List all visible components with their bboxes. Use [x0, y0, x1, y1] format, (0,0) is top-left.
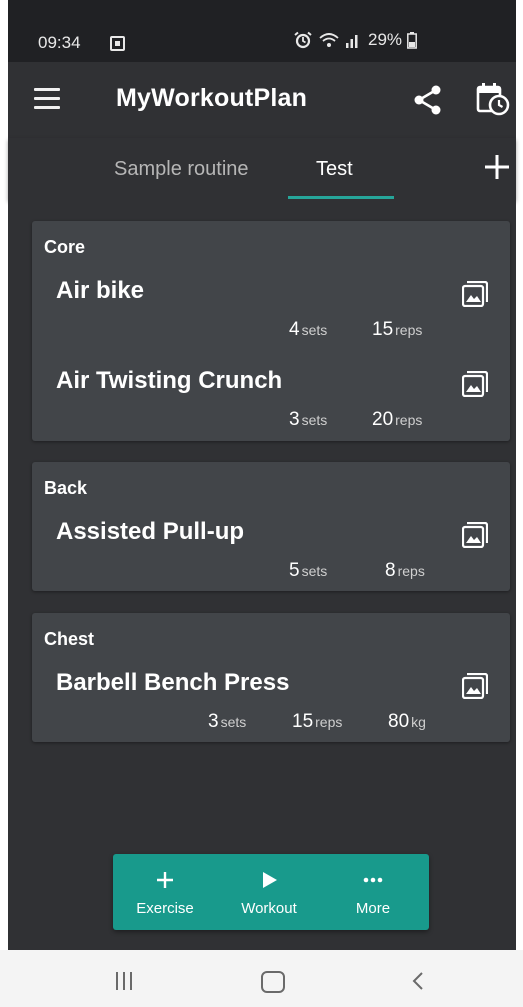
sets-stat: 4 sets — [289, 319, 327, 341]
notification-icon — [110, 36, 125, 51]
sets-unit: sets — [301, 563, 328, 579]
routine-content: Core Air bike 4 sets 15 reps Air Twisting … — [8, 200, 516, 950]
exercise-name: Air bike — [56, 277, 145, 304]
image-icon[interactable] — [462, 522, 488, 548]
reps-value: 15 — [372, 319, 394, 340]
exercise-item[interactable]: Barbell Bench Press 3 sets 15 reps 80 kg — [32, 669, 510, 759]
status-bar: 09:34 29% — [8, 0, 516, 62]
image-icon[interactable] — [462, 371, 488, 397]
more-button[interactable]: More — [323, 854, 423, 930]
sets-stat: 5 sets — [289, 560, 327, 582]
phone: 09:34 29% MyWorkoutPlan Sample routine T… — [0, 0, 523, 1007]
tab-test[interactable]: Test — [316, 158, 353, 181]
reps-unit: reps — [395, 322, 423, 338]
battery-icon — [407, 31, 417, 49]
play-icon — [263, 872, 277, 888]
reps-stat: 8 reps — [385, 560, 425, 582]
more-label: More — [355, 900, 391, 917]
plus-icon — [157, 872, 173, 888]
exercise-item[interactable]: Air Twisting Crunch 3 sets 20 reps — [32, 367, 510, 457]
signal-icon — [346, 35, 358, 48]
plus-icon[interactable] — [482, 152, 512, 182]
app-screen: 09:34 29% MyWorkoutPlan Sample routine T… — [8, 0, 516, 950]
reps-unit: reps — [397, 563, 425, 579]
sets-unit: sets — [301, 322, 328, 338]
reps-stat: 15 reps — [292, 711, 342, 733]
sets-value: 5 — [289, 560, 300, 581]
weight-unit: kg — [411, 714, 426, 730]
reps-value: 8 — [385, 560, 396, 581]
back-icon[interactable] — [410, 970, 426, 992]
battery-level: 29% — [368, 30, 403, 49]
system-nav-bar — [0, 950, 523, 1007]
status-icons: 29% — [293, 30, 417, 50]
wifi-icon — [319, 33, 339, 47]
exercise-name: Assisted Pull-up — [56, 518, 245, 545]
reps-unit: reps — [315, 714, 343, 730]
reps-value: 20 — [372, 409, 394, 430]
start-workout-label: Workout — [241, 900, 297, 917]
image-icon[interactable] — [462, 673, 488, 699]
sets-unit: sets — [220, 714, 247, 730]
app-bar: MyWorkoutPlan — [8, 62, 516, 138]
exercise-item[interactable]: Assisted Pull-up 5 sets 8 reps — [32, 518, 510, 608]
action-bar: Exercise Workout More — [113, 854, 429, 930]
reps-value: 15 — [292, 711, 314, 732]
group-title: Core — [44, 237, 86, 257]
sets-value: 4 — [289, 319, 300, 340]
muscle-group-card-core: Core Air bike 4 sets 15 reps Air Twisting … — [32, 221, 510, 441]
sets-value: 3 — [208, 711, 219, 732]
tab-indicator — [288, 196, 394, 199]
alarm-icon — [294, 31, 312, 49]
more-dots-icon — [363, 877, 383, 883]
tab-sample-routine[interactable]: Sample routine — [114, 158, 249, 181]
tab-bar: Sample routine Test — [8, 138, 516, 200]
reps-stat: 20 reps — [372, 409, 422, 431]
recents-icon[interactable] — [114, 972, 136, 992]
sets-value: 3 — [289, 409, 300, 430]
hamburger-menu-icon[interactable] — [34, 88, 64, 112]
image-icon[interactable] — [462, 281, 488, 307]
home-icon[interactable] — [261, 971, 285, 993]
calendar-clock-icon[interactable] — [476, 82, 510, 116]
exercise-item[interactable]: Air bike 4 sets 15 reps — [32, 277, 510, 367]
exercise-name: Barbell Bench Press — [56, 669, 290, 696]
muscle-group-card-back: Back Assisted Pull-up 5 sets 8 reps — [32, 462, 510, 591]
group-title: Chest — [44, 629, 95, 649]
muscle-group-card-chest: Chest Barbell Bench Press 3 sets 15 reps 8… — [32, 613, 510, 742]
sets-stat: 3 sets — [208, 711, 246, 733]
reps-unit: reps — [395, 412, 423, 428]
weight-value: 80 — [388, 711, 410, 732]
status-time: 09:34 — [38, 33, 81, 52]
app-title: MyWorkoutPlan — [116, 84, 308, 112]
share-icon[interactable] — [412, 84, 444, 116]
reps-stat: 15 reps — [372, 319, 422, 341]
sets-unit: sets — [301, 412, 328, 428]
add-exercise-label: Exercise — [136, 900, 194, 917]
start-workout-button[interactable]: Workout — [219, 854, 319, 930]
exercise-name: Air Twisting Crunch — [56, 367, 283, 394]
weight-stat: 80 kg — [388, 711, 426, 733]
sets-stat: 3 sets — [289, 409, 327, 431]
group-title: Back — [44, 478, 88, 498]
add-exercise-button[interactable]: Exercise — [115, 854, 215, 930]
